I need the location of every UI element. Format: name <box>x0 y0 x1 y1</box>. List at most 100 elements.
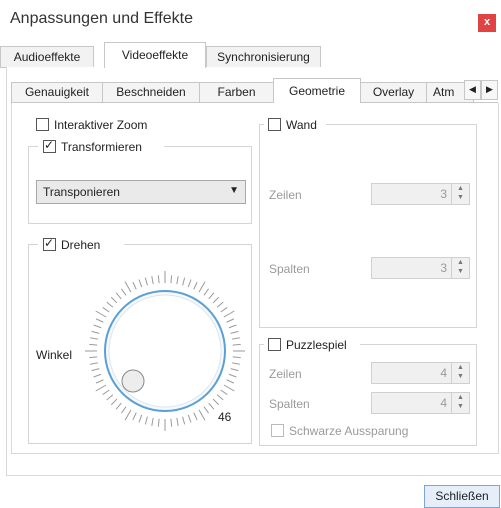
dial-tick <box>115 402 122 410</box>
rotate-label: Drehen <box>61 238 101 252</box>
dial-tick <box>93 324 102 329</box>
dial-tick <box>203 406 210 414</box>
close-button[interactable]: Schließen <box>424 485 500 508</box>
inner-tab-bar: Genauigkeit Beschneiden Farben Geometrie… <box>11 78 498 103</box>
wall-group <box>259 124 477 328</box>
dial-tick <box>182 416 186 425</box>
dial-tick <box>208 292 215 300</box>
puzzle-rows-spinbox[interactable]: 4 ▲ ▼ <box>371 362 470 384</box>
dial-tick <box>120 288 127 296</box>
dial-tick <box>228 373 237 378</box>
dial-tick <box>187 279 192 288</box>
dial-tick <box>95 384 107 392</box>
puzzle-checkbox[interactable] <box>268 338 281 351</box>
dial-tick <box>198 409 206 421</box>
dial-tick <box>232 343 241 346</box>
wall-cols-spinbox[interactable]: 3 ▲ ▼ <box>371 257 470 279</box>
dial-tick <box>231 337 240 340</box>
dial-tick <box>226 318 235 323</box>
dial-tick <box>230 368 239 372</box>
dial-tick <box>110 398 118 406</box>
tab-crop[interactable]: Beschneiden <box>102 82 200 102</box>
dial-tick <box>198 281 206 293</box>
dial-tick <box>138 414 143 423</box>
wall-checkbox[interactable] <box>268 118 281 131</box>
tab-synchronization[interactable]: Synchronisierung <box>206 46 321 67</box>
dial-tick <box>106 394 114 401</box>
dial-knob-handle[interactable] <box>121 369 145 393</box>
transform-label: Transformieren <box>61 140 142 154</box>
dial-tick <box>95 318 104 323</box>
scroll-right-icon[interactable]: ▶ <box>481 80 498 100</box>
chevron-down-icon: ▼ <box>229 185 239 196</box>
dial-tick <box>182 277 186 286</box>
dial-tick <box>144 277 148 286</box>
rotate-checkbox[interactable]: ✓ <box>43 236 56 251</box>
transform-checkbox[interactable]: ✓ <box>43 138 56 153</box>
dial-tick <box>208 402 215 410</box>
dial-tick <box>115 292 122 300</box>
window-title: Anpassungen und Effekte <box>10 10 193 27</box>
spin-arrows-icon[interactable]: ▲ ▼ <box>451 258 469 278</box>
tab-colors[interactable]: Farben <box>199 82 274 102</box>
dial-tick <box>226 379 235 384</box>
black-slot-checkbox[interactable] <box>271 424 284 437</box>
dial-tick <box>187 414 192 423</box>
angle-value: 46 <box>218 410 232 424</box>
dial-tick <box>193 412 198 421</box>
tab-audioeffects[interactable]: Audioeffekte <box>0 46 94 67</box>
puzzle-rows-label: Zeilen <box>269 367 302 381</box>
tab-videoeffects[interactable]: Videoeffekte <box>104 42 206 68</box>
dial-tick <box>90 337 99 340</box>
wall-label: Wand <box>286 118 317 132</box>
dial-tick <box>89 343 98 346</box>
dial-tick <box>232 356 241 359</box>
transform-mode-select[interactable]: Transponieren ▼ <box>36 180 246 204</box>
dial-tick <box>90 362 99 365</box>
dial-tick <box>212 296 220 304</box>
close-icon[interactable]: x <box>478 14 496 32</box>
spin-arrows-icon[interactable]: ▲ ▼ <box>451 393 469 413</box>
dial-tick <box>212 398 220 406</box>
wall-rows-spinbox[interactable]: 3 ▲ ▼ <box>371 183 470 205</box>
check-icon: ✓ <box>44 138 55 152</box>
dial-tick <box>102 306 110 313</box>
scroll-left-icon[interactable]: ◀ <box>464 80 481 100</box>
puzzle-cols-spinbox[interactable]: 4 ▲ ▼ <box>371 392 470 414</box>
tab-accuracy[interactable]: Genauigkeit <box>11 82 103 102</box>
dial-tick <box>228 324 237 329</box>
wall-rows-value: 3 <box>440 187 447 201</box>
dial-tick <box>216 394 224 401</box>
dial-tick <box>110 296 118 304</box>
dial-tick <box>95 379 104 384</box>
tab-geometry[interactable]: Geometrie <box>273 78 361 103</box>
dial-tick <box>157 275 160 284</box>
dial-tick <box>102 389 110 396</box>
wall-cols-label: Spalten <box>269 262 310 276</box>
dial-tick <box>95 310 107 318</box>
interactive-zoom-checkbox[interactable] <box>36 118 49 131</box>
puzzle-cols-label: Spalten <box>269 397 310 411</box>
spin-arrows-icon[interactable]: ▲ ▼ <box>451 184 469 204</box>
dial-tick <box>220 389 228 396</box>
dial-tick <box>151 276 154 285</box>
dial-tick <box>89 356 98 359</box>
tab-overlay[interactable]: Overlay <box>360 82 427 102</box>
dial-tick <box>176 417 179 426</box>
angle-label: Winkel <box>36 348 73 362</box>
puzzle-label: Puzzlespiel <box>286 338 347 352</box>
dial-tick <box>91 368 100 372</box>
dial-tick <box>230 330 239 334</box>
wall-cols-value: 3 <box>440 261 447 275</box>
dial-tick <box>144 416 148 425</box>
dial-tick <box>124 409 132 421</box>
check-icon: ✓ <box>44 236 55 250</box>
dial-tick <box>93 373 102 378</box>
dial-tick <box>124 281 132 293</box>
dial-tick <box>231 362 240 365</box>
dial-tick <box>91 330 100 334</box>
dial-tick <box>157 418 160 427</box>
spin-arrows-icon[interactable]: ▲ ▼ <box>451 363 469 383</box>
dial-tick <box>170 418 173 427</box>
dial-tick <box>151 417 154 426</box>
